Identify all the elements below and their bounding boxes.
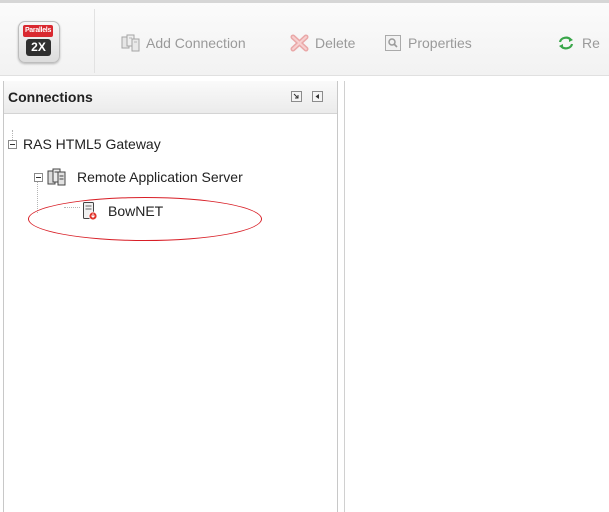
add-connection-icon <box>121 34 140 52</box>
properties-label: Properties <box>408 35 472 51</box>
tree-node-remote-application-server[interactable]: Remote Application Server <box>34 167 243 187</box>
tree-node-bownet[interactable]: BowNET <box>82 201 163 221</box>
delete-icon <box>290 34 309 52</box>
refresh-label: Re <box>582 35 600 51</box>
panel-splitter[interactable] <box>344 81 345 512</box>
toolbar-separator <box>94 9 95 73</box>
properties-icon <box>385 35 401 51</box>
refresh-button[interactable]: Re <box>556 32 600 54</box>
delete-button[interactable]: Delete <box>290 32 355 54</box>
connection-server-icon <box>83 202 98 221</box>
add-connection-button[interactable]: Add Connection <box>121 32 246 54</box>
panel-title: Connections <box>8 89 93 105</box>
tree-node-label: BowNET <box>108 203 164 219</box>
app-logo: Parallels 2X <box>18 21 60 63</box>
tree-node-label: Remote Application Server <box>77 169 243 185</box>
tree-node-ras-gateway[interactable]: RAS HTML5 Gateway <box>8 134 161 154</box>
delete-label: Delete <box>315 35 356 51</box>
servers-icon <box>47 168 66 186</box>
tree-connector <box>64 207 80 208</box>
pin-icon[interactable] <box>291 91 302 102</box>
add-connection-label: Add Connection <box>146 35 246 51</box>
app-window: Parallels 2X Add Connection Delete Prope… <box>0 0 609 512</box>
collapse-toggle-icon[interactable] <box>34 172 43 182</box>
logo-brand-text: Parallels <box>23 25 53 37</box>
properties-button[interactable]: Properties <box>384 32 472 54</box>
collapse-panel-icon[interactable] <box>312 91 323 102</box>
refresh-icon <box>558 36 574 50</box>
collapse-toggle-icon[interactable] <box>8 139 17 149</box>
logo-badge: 2X <box>26 39 51 56</box>
toolbar: Parallels 2X Add Connection Delete Prope… <box>0 3 609 76</box>
connections-panel-header: Connections <box>4 81 337 114</box>
tree-node-label: RAS HTML5 Gateway <box>23 136 161 152</box>
